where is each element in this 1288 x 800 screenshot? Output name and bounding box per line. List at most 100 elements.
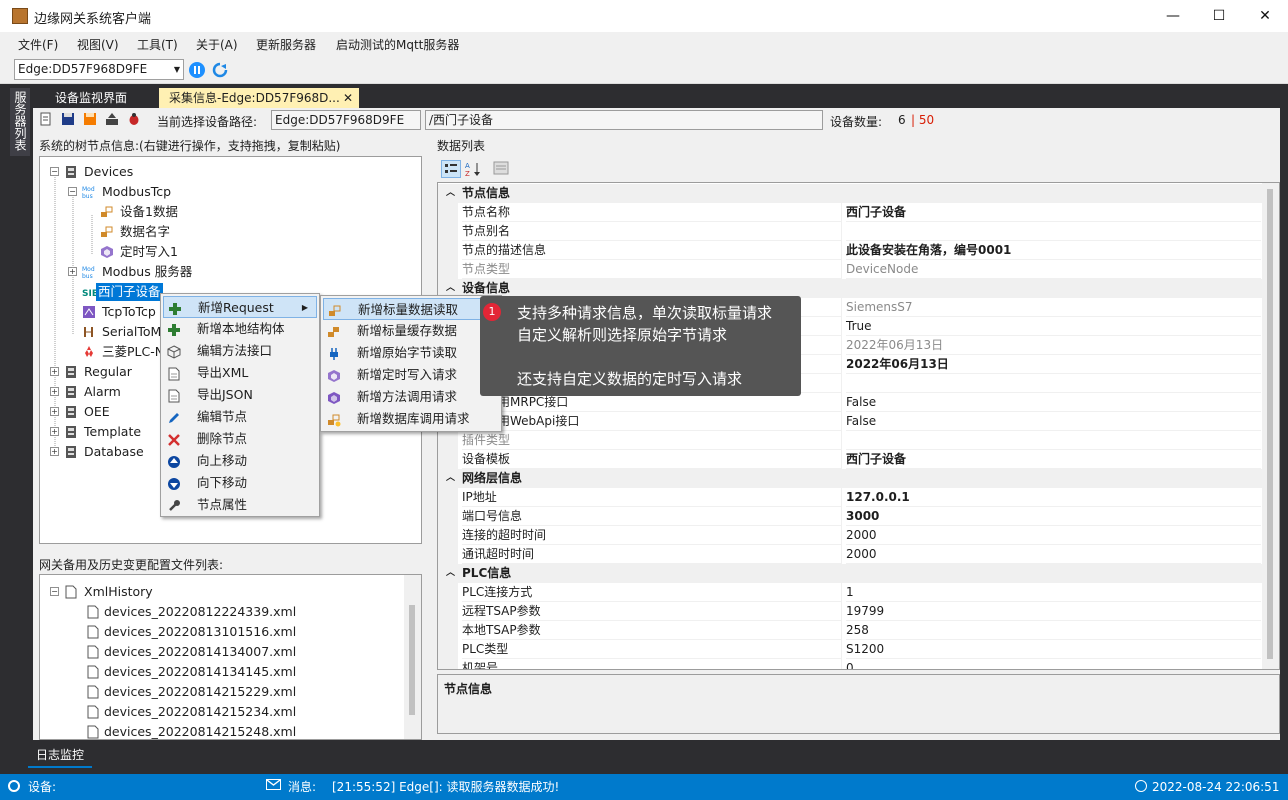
collapse-chevron-icon[interactable]: ︿ [446,469,455,488]
maximize-button[interactable]: ☐ [1196,0,1242,32]
property-category[interactable]: ︿ PLC信息 [438,564,1279,583]
submenu-item[interactable]: 新增方法调用请求 [323,386,499,408]
context-menu-item[interactable]: 节点属性 [163,494,317,516]
history-file-item[interactable]: devices_20220814215234.xml [104,703,296,721]
menu-tools[interactable]: 工具(T) [137,36,178,53]
property-value[interactable]: 3000 [846,507,1261,526]
property-value[interactable] [846,431,1261,450]
property-value[interactable]: 19799 [846,602,1261,621]
property-value[interactable]: DeviceNode [846,260,1261,279]
property-value[interactable] [846,222,1261,241]
property-value[interactable]: 2022年06月13日 [846,355,1261,374]
context-menu-item[interactable]: 导出XML [163,362,317,384]
tree-node-label[interactable]: TcpToTcp [102,303,156,321]
new-document-icon[interactable] [39,112,53,126]
collapse-icon[interactable]: − [50,167,59,176]
tree-node-label[interactable]: Template [84,423,141,441]
context-menu-item[interactable]: 导出JSON [163,384,317,406]
context-menu-item[interactable]: 新增本地结构体 [163,318,317,340]
menu-start-mqtt[interactable]: 启动测试的Mqtt服务器 [336,36,459,53]
collapse-icon[interactable]: − [68,187,77,196]
property-row[interactable]: 是否启用WebApi接口 False [438,412,1279,431]
property-value[interactable]: True [846,317,1261,336]
history-scrollbar-thumb[interactable] [409,605,415,715]
expand-icon[interactable]: + [50,407,59,416]
collapse-chevron-icon[interactable]: ︿ [446,184,455,203]
property-row[interactable]: 节点别名 [438,222,1279,241]
tree-node-label[interactable]: 定时写入1 [120,243,178,261]
property-grid[interactable]: ︿ 节点信息 节点名称 西门子设备 节点别名 节点的描述信息 此设备安装在角落，编号0001… [437,182,1280,670]
submenu-item[interactable]: 新增标量缓存数据 [323,320,499,342]
collapse-icon[interactable]: − [50,587,59,596]
property-value[interactable]: S1200 [846,640,1261,659]
tree-node-label[interactable]: Modbus 服务器 [102,263,192,281]
property-row[interactable]: 设备模板 西门子设备 [438,450,1279,469]
property-row[interactable]: 节点类型 DeviceNode [438,260,1279,279]
server-list-tab[interactable]: 服务器列表 [10,88,30,156]
property-value[interactable]: 2022年06月13日 [846,336,1261,355]
history-file-item[interactable]: devices_20220813101516.xml [104,623,296,641]
menu-view[interactable]: 视图(V) [77,36,119,53]
property-category[interactable]: ︿ 网络层信息 [438,469,1279,488]
property-value[interactable] [846,374,1261,393]
context-menu-item[interactable]: 向上移动 [163,450,317,472]
history-file-item[interactable]: devices_20220812224339.xml [104,603,296,621]
property-value[interactable]: 2000 [846,526,1261,545]
submenu-item[interactable]: 新增数据库调用请求 [323,408,499,430]
history-scrollbar[interactable] [404,575,421,739]
property-row[interactable]: 通讯超时时间 2000 [438,545,1279,564]
property-grid-scrollbar-thumb[interactable] [1267,189,1273,659]
tree-node-label[interactable]: ModbusTcp [102,183,171,201]
submenu-item[interactable]: 新增标量数据读取 [323,298,499,320]
menu-file[interactable]: 文件(F) [18,36,58,53]
property-value[interactable]: 西门子设备 [846,203,1261,222]
tree-node-label[interactable]: OEE [84,403,110,421]
property-value[interactable]: 0 [846,659,1261,669]
expand-icon[interactable]: + [50,447,59,456]
pause-icon[interactable] [189,62,205,78]
property-row[interactable]: 节点的描述信息 此设备安装在角落，编号0001 [438,241,1279,260]
tree-node-label[interactable]: 西门子设备 [96,283,163,301]
menu-about[interactable]: 关于(A) [196,36,238,53]
tree-node-label[interactable]: SerialToM [102,323,161,341]
debug-bug-icon[interactable] [127,112,141,126]
minimize-button[interactable]: — [1150,0,1196,32]
expand-icon[interactable]: + [50,427,59,436]
history-file-item[interactable]: devices_20220814215248.xml [104,723,296,739]
property-row[interactable]: 远程TSAP参数 19799 [438,602,1279,621]
menu-update-server[interactable]: 更新服务器 [256,36,316,53]
categorized-view-icon[interactable] [441,160,461,178]
tree-node-label[interactable]: Database [84,443,144,461]
property-value[interactable]: 此设备安装在角落，编号0001 [846,241,1261,260]
history-root-label[interactable]: XmlHistory [84,583,153,601]
context-menu-item[interactable]: 编辑方法接口 [163,340,317,362]
property-row[interactable]: 连接的超时时间 2000 [438,526,1279,545]
property-grid-scrollbar[interactable] [1262,183,1279,669]
context-menu-item[interactable]: 编辑节点 [163,406,317,428]
property-row[interactable]: 端口号信息 3000 [438,507,1279,526]
submenu-item[interactable]: 新增原始字节读取 [323,342,499,364]
context-menu-item[interactable]: 新增Request ▶ [163,296,317,318]
tab-log-monitor[interactable]: 日志监控 [28,744,92,768]
refresh-icon[interactable] [212,62,228,78]
expand-icon[interactable]: + [68,267,77,276]
tree-node-label[interactable]: Regular [84,363,132,381]
close-icon[interactable]: ✕ [343,88,353,108]
property-value[interactable]: False [846,412,1261,431]
upload-icon[interactable] [105,112,119,126]
property-value[interactable]: 西门子设备 [846,450,1261,469]
property-value[interactable]: SiemensS7 [846,298,1261,317]
alphabetical-sort-icon[interactable]: AZ [464,160,484,178]
history-file-item[interactable]: devices_20220814134007.xml [104,643,296,661]
save-icon[interactable] [61,112,75,126]
property-row[interactable]: 节点名称 西门子设备 [438,203,1279,222]
context-menu-item[interactable]: 向下移动 [163,472,317,494]
tree-node-label[interactable]: 三菱PLC-N [102,343,164,361]
property-row[interactable]: 机架号 0 [438,659,1279,669]
property-row[interactable]: PLC类型 S1200 [438,640,1279,659]
property-value[interactable]: 1 [846,583,1261,602]
property-value[interactable]: 2000 [846,545,1261,564]
expand-icon[interactable]: + [50,367,59,376]
property-value[interactable]: False [846,393,1261,412]
close-button[interactable]: ✕ [1242,0,1288,32]
